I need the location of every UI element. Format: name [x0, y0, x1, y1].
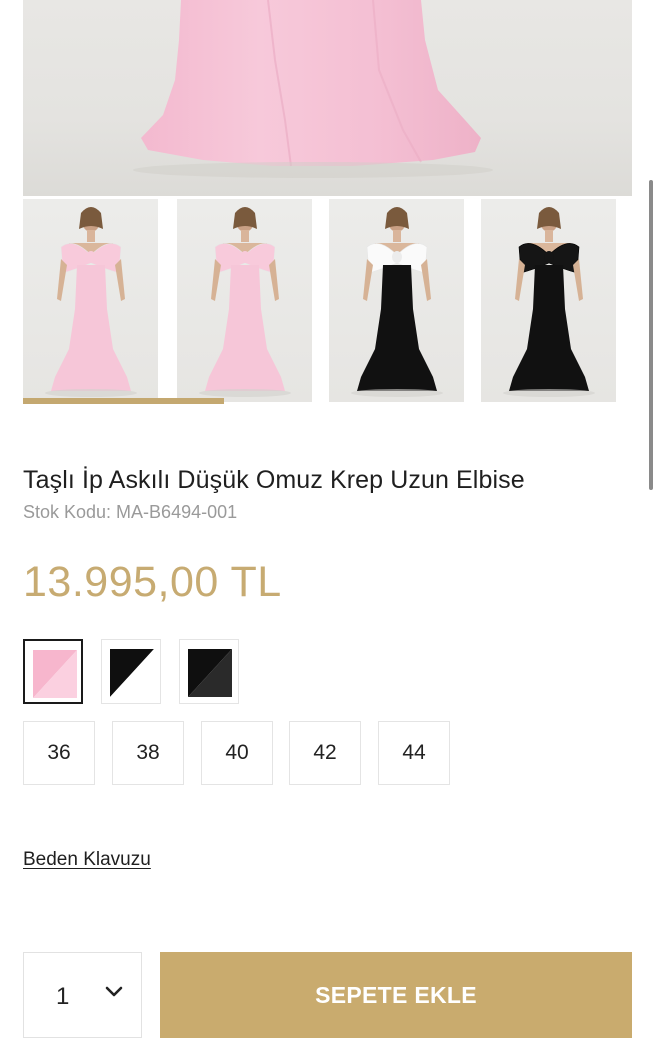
product-sku: Stok Kodu: MA-B6494-001	[23, 502, 238, 522]
quantity-value: 1	[56, 983, 70, 1010]
size-option-36[interactable]: 36	[23, 721, 95, 785]
size-option-40[interactable]: 40	[201, 721, 273, 785]
chevron-down-icon	[104, 985, 124, 1004]
model-figure-image	[199, 207, 291, 397]
color-swatch-black[interactable]	[179, 639, 239, 704]
size-option-42[interactable]: 42	[289, 721, 361, 785]
thumbnail-strip	[23, 199, 632, 404]
thumbnail-1[interactable]	[23, 199, 158, 402]
thumbnail-2[interactable]	[177, 199, 312, 402]
size-option-38[interactable]: 38	[112, 721, 184, 785]
black-color-chip	[188, 649, 232, 697]
size-guide-link[interactable]: Beden Klavuzu	[23, 849, 151, 871]
scrollbar-thumb[interactable]	[649, 180, 653, 490]
product-title: Taşlı İp Askılı Düşük Omuz Krep Uzun Elb…	[23, 466, 525, 494]
quantity-select[interactable]: 1	[23, 952, 142, 1038]
color-swatch-pink[interactable]	[23, 639, 83, 704]
pink-color-chip	[33, 650, 77, 698]
gallery-progress-bar	[23, 398, 224, 404]
product-main-image[interactable]	[23, 0, 632, 196]
thumbnail-4[interactable]	[481, 199, 616, 402]
dress-hem-image	[133, 0, 493, 178]
model-figure-image	[351, 207, 443, 397]
model-figure-image	[503, 207, 595, 397]
product-price: 13.995,00 TL	[23, 558, 282, 606]
color-swatch-black-white[interactable]	[101, 639, 161, 704]
add-to-cart-button[interactable]: SEPETE EKLE	[160, 952, 632, 1038]
model-figure-image	[45, 207, 137, 397]
page-scrollbar[interactable]	[649, 180, 653, 490]
size-option-44[interactable]: 44	[378, 721, 450, 785]
black-white-color-chip	[110, 649, 154, 697]
thumbnail-3[interactable]	[329, 199, 464, 402]
